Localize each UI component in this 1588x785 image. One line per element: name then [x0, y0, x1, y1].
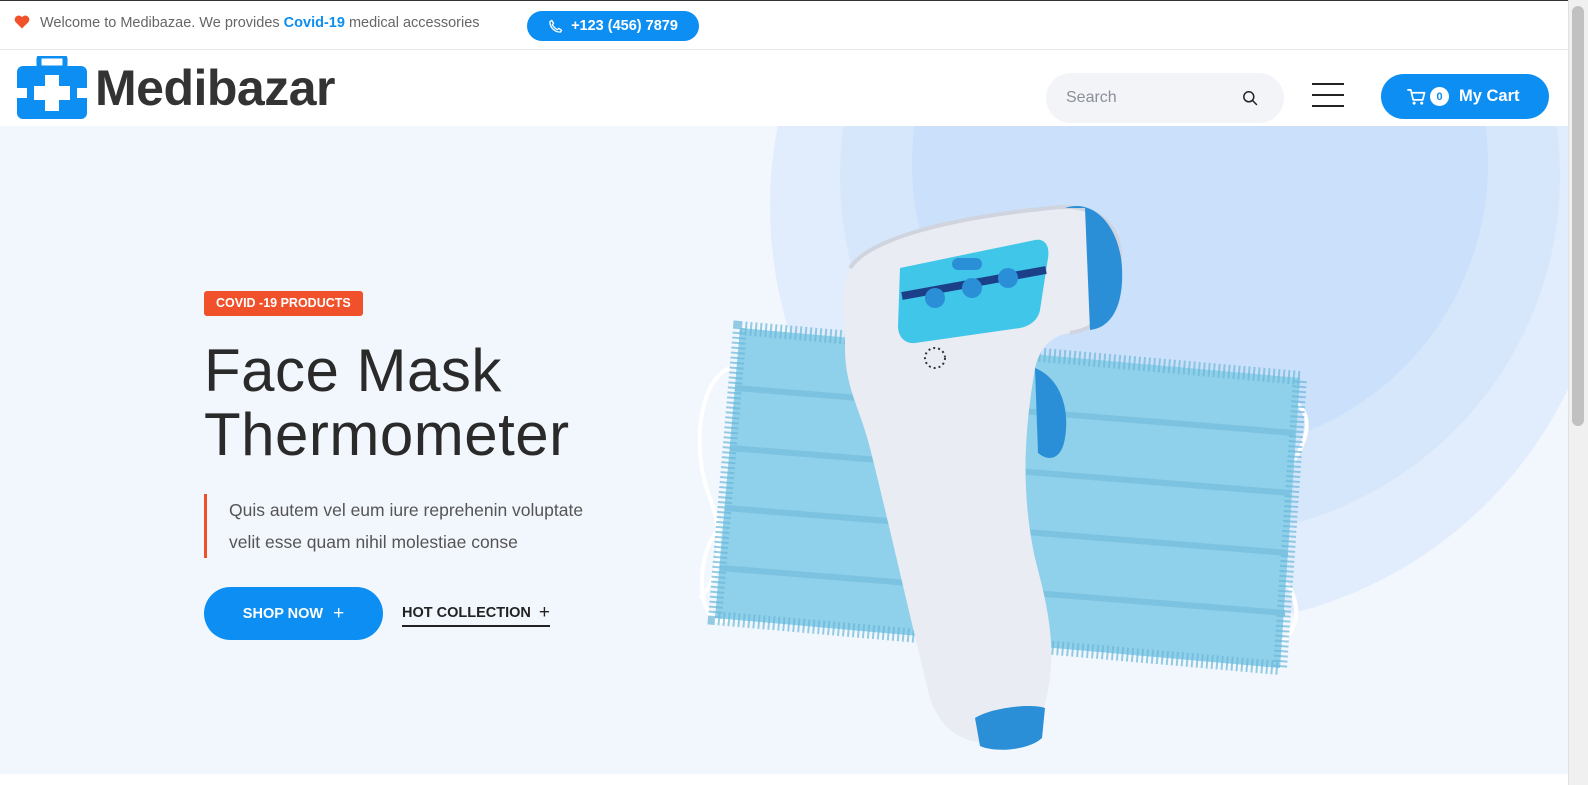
welcome-highlight: Covid-19 — [283, 15, 345, 31]
product-category-tag: COVID -19 PRODUCTS — [204, 291, 363, 316]
welcome-suffix: medical accessories — [348, 15, 480, 31]
scrollbar-thumb[interactable] — [1572, 6, 1584, 426]
cart-label: My Cart — [1459, 87, 1520, 105]
logo-text: Medibazar — [95, 59, 336, 116]
hero-headline-line: Thermometer — [204, 401, 570, 468]
cart-icon — [1407, 88, 1426, 105]
shop-now-label: SHOP NOW — [242, 605, 324, 622]
heart-icon — [14, 15, 30, 29]
phone-icon — [549, 19, 563, 33]
hero-description-line: velit esse quam nihil molestiae conse — [229, 532, 518, 552]
phone-button[interactable]: +123 (456) 7879 — [527, 11, 699, 41]
hero-headline: Face Mask Thermometer — [204, 339, 570, 467]
cart-button[interactable]: 0 My Cart — [1381, 74, 1549, 119]
hero-headline-line: Face Mask — [204, 337, 502, 404]
product-image — [697, 205, 1309, 750]
search-input[interactable] — [1066, 86, 1236, 110]
plus-icon: + — [333, 603, 345, 624]
site-logo[interactable]: Medibazar — [17, 56, 336, 119]
welcome-prefix: Welcome to Medibazae. We provides — [40, 15, 280, 31]
cart-count-badge: 0 — [1430, 87, 1449, 106]
top-bar: Welcome to Medibazae. We provides Covid-… — [0, 0, 1568, 50]
medical-kit-icon — [17, 56, 87, 119]
hamburger-menu-icon[interactable] — [1312, 83, 1344, 109]
hot-collection-label: HOT COLLECTION — [402, 604, 531, 621]
search-icon[interactable] — [1242, 90, 1258, 106]
phone-number: +123 (456) 7879 — [571, 18, 678, 34]
hero-description-line: Quis autem vel eum iure reprehenin volup… — [229, 500, 584, 520]
main-header: Medibazar 0 My Cart — [0, 50, 1568, 126]
plus-icon: + — [538, 602, 550, 623]
hot-collection-link[interactable]: HOT COLLECTION + — [402, 603, 550, 627]
hero-description: Quis autem vel eum iure reprehenin volup… — [204, 494, 624, 558]
hero-section: COVID -19 PRODUCTS Face Mask Thermometer… — [0, 126, 1568, 774]
search-box — [1046, 73, 1284, 123]
shop-now-button[interactable]: SHOP NOW + — [204, 587, 383, 640]
welcome-message: Welcome to Medibazae. We provides Covid-… — [40, 15, 480, 31]
page-scrollbar[interactable] — [1568, 0, 1588, 785]
